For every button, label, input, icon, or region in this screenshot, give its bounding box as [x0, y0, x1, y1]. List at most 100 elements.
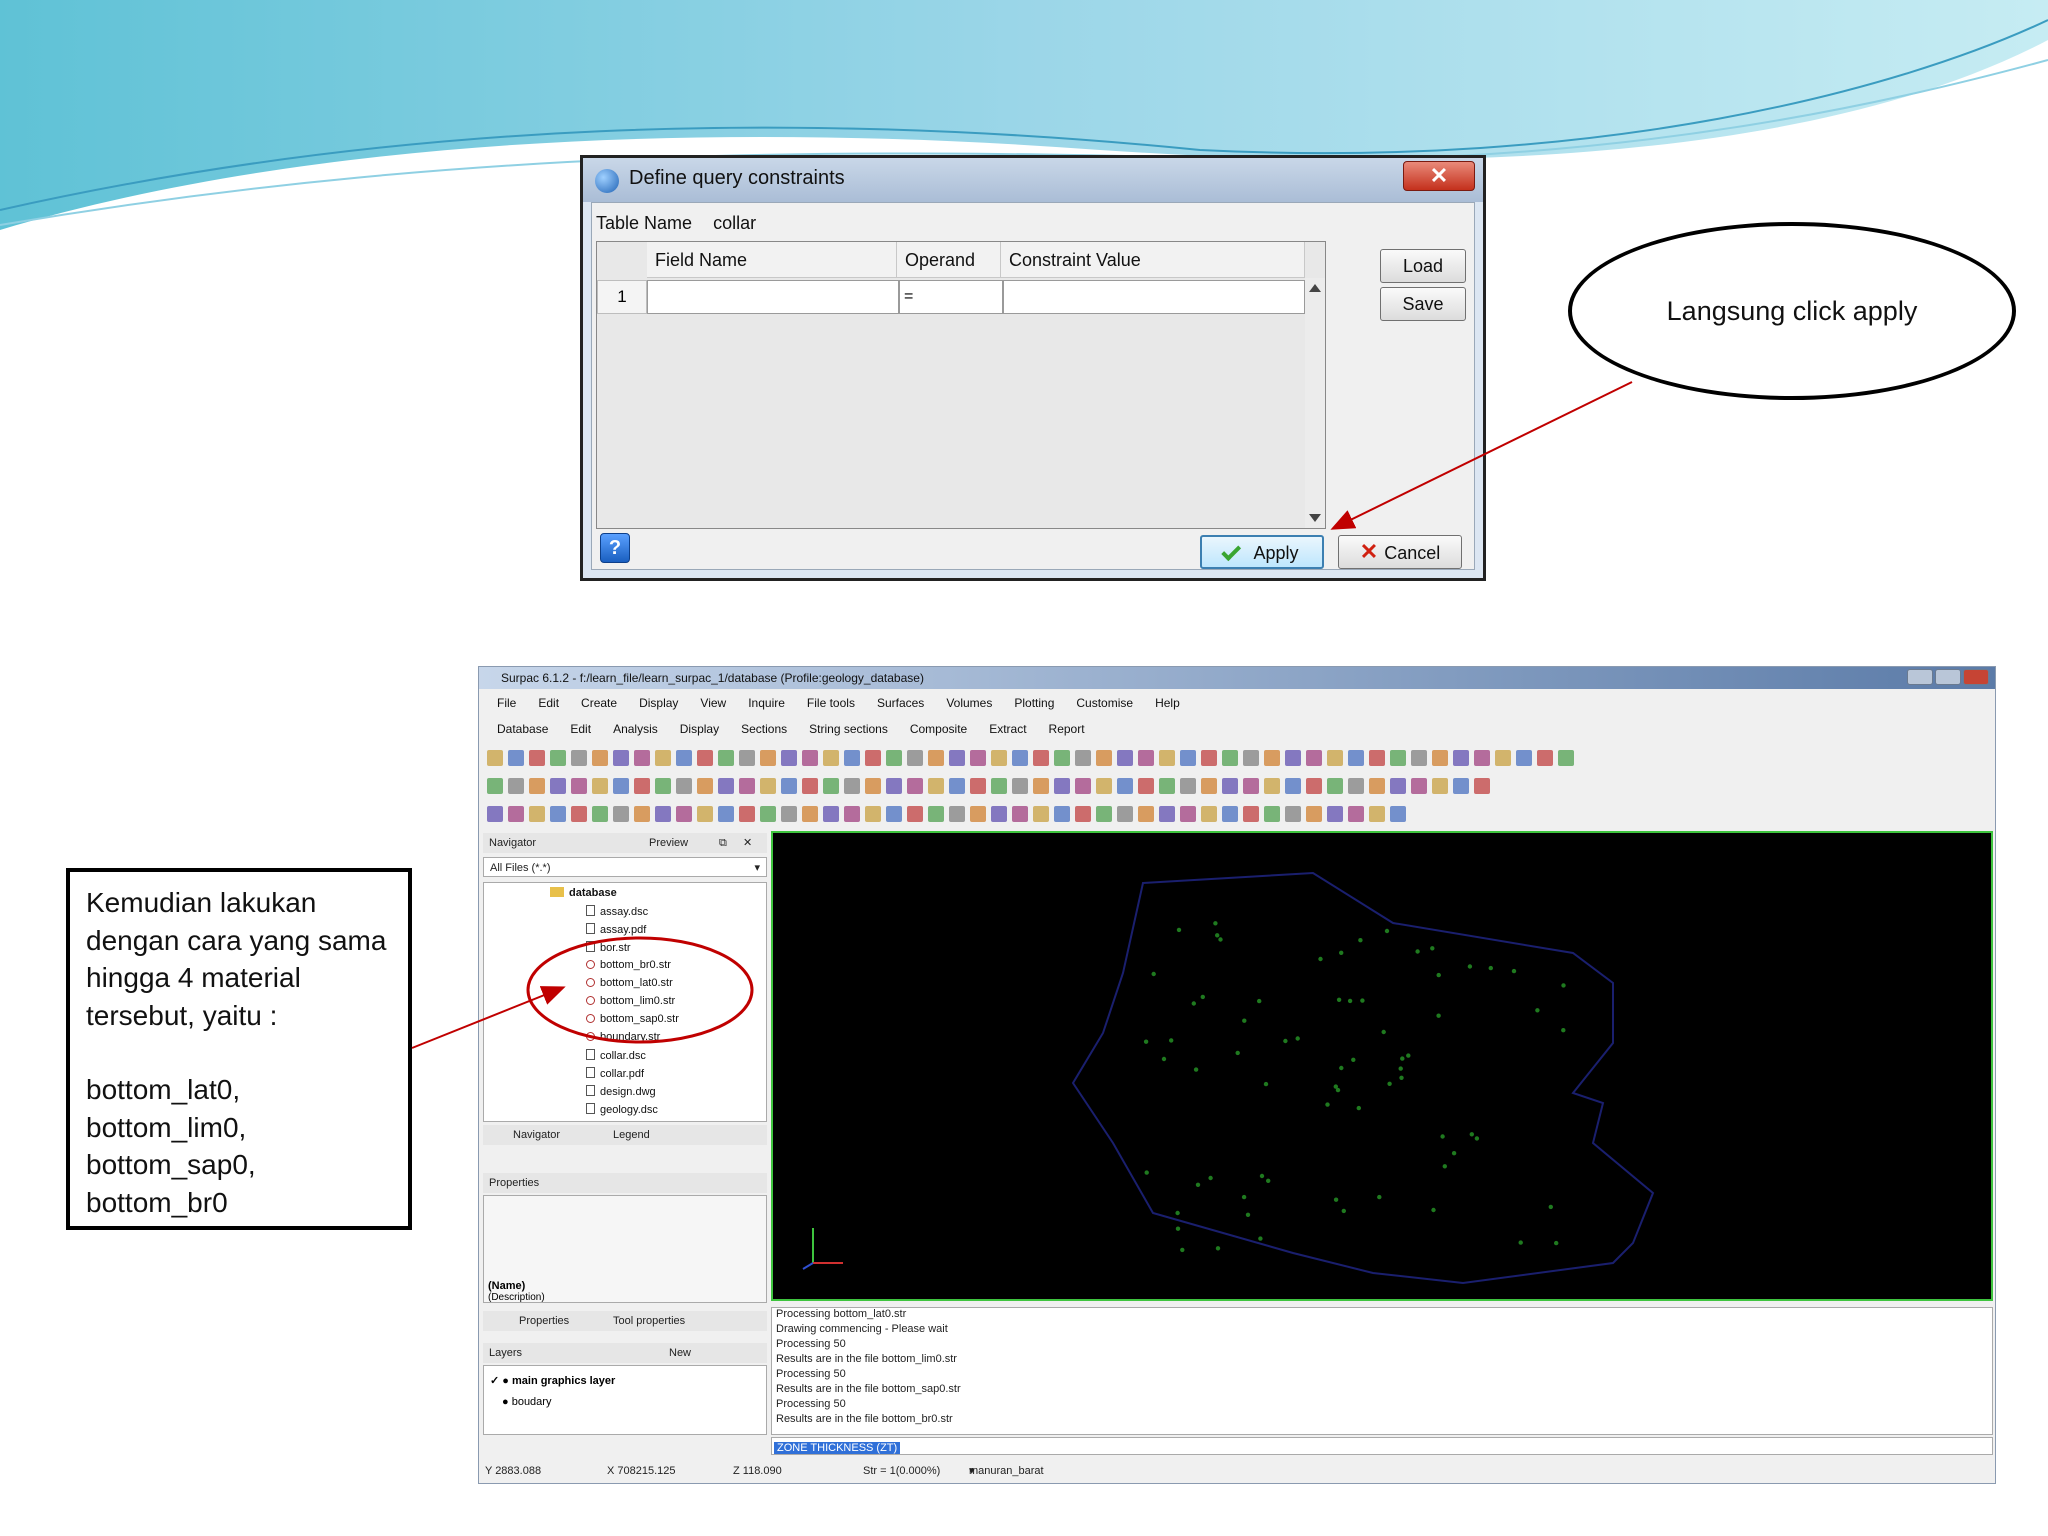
toolbar-tool-icon[interactable] — [613, 778, 629, 794]
toolbar-tool-icon[interactable] — [1369, 750, 1385, 766]
constraint-value-cell[interactable] — [1003, 280, 1305, 314]
toolbar-tool-icon[interactable] — [823, 750, 839, 766]
tab-properties[interactable]: Properties — [519, 1311, 569, 1331]
toolbar-tool-icon[interactable] — [1495, 750, 1511, 766]
tree-item[interactable]: geology.pdf — [586, 1121, 656, 1122]
toolbar-tool-icon[interactable] — [1285, 806, 1301, 822]
window-close-icon[interactable] — [1963, 669, 1989, 685]
toolbar-tool-icon[interactable] — [1075, 806, 1091, 822]
toolbar-tool-icon[interactable] — [1054, 750, 1070, 766]
toolbar-tool-icon[interactable] — [1348, 806, 1364, 822]
toolbar-tool-icon[interactable] — [760, 750, 776, 766]
tree-item[interactable]: design.dwg — [586, 1085, 656, 1098]
help-icon[interactable]: ? — [600, 533, 630, 563]
toolbar-tool-icon[interactable] — [655, 806, 671, 822]
toolbar-tool-icon[interactable] — [529, 778, 545, 794]
toolbar-tool-icon[interactable] — [1075, 778, 1091, 794]
toolbar-tool-icon[interactable] — [907, 750, 923, 766]
toolbar-tool-icon[interactable] — [655, 750, 671, 766]
toolbar-tool-icon[interactable] — [1138, 778, 1154, 794]
toolbar-tool-icon[interactable] — [928, 778, 944, 794]
toolbar-tool-icon[interactable] — [508, 806, 524, 822]
layer-item[interactable]: ✓ ● main graphics layer — [490, 1374, 615, 1387]
toolbar-tool-icon[interactable] — [1054, 806, 1070, 822]
toolbar-tool-icon[interactable] — [508, 750, 524, 766]
panel-float-icon[interactable]: ⧉ — [719, 833, 727, 853]
toolbar-tool-icon[interactable] — [802, 750, 818, 766]
menu-report[interactable]: Report — [1049, 717, 1085, 741]
toolbar-tool-icon[interactable] — [1558, 750, 1574, 766]
toolbar-tool-icon[interactable] — [1264, 750, 1280, 766]
toolbar-tool-icon[interactable] — [1285, 750, 1301, 766]
grid-scrollbar[interactable] — [1305, 278, 1325, 528]
menu-display[interactable]: Display — [639, 691, 678, 715]
toolbar-tool-icon[interactable] — [1033, 806, 1049, 822]
toolbar-tool-icon[interactable] — [970, 806, 986, 822]
toolbar-tool-icon[interactable] — [1537, 750, 1553, 766]
toolbar-tool-icon[interactable] — [802, 778, 818, 794]
menu-db-display[interactable]: Display — [680, 717, 719, 741]
toolbar-tool-icon[interactable] — [865, 806, 881, 822]
apply-button[interactable]: Apply — [1200, 535, 1324, 569]
column-header-operand[interactable]: Operand — [897, 242, 1001, 278]
toolbar-tool-icon[interactable] — [1285, 778, 1301, 794]
tree-item[interactable]: bottom_lim0.str — [586, 995, 675, 1007]
toolbar-tool-icon[interactable] — [1117, 806, 1133, 822]
column-header-constraint-value[interactable]: Constraint Value — [1001, 242, 1305, 278]
menu-surfaces[interactable]: Surfaces — [877, 691, 924, 715]
layer-item[interactable]: ● boudary — [502, 1396, 551, 1408]
toolbar-tool-icon[interactable] — [991, 806, 1007, 822]
toolbar-tool-icon[interactable] — [1201, 806, 1217, 822]
menu-view[interactable]: View — [700, 691, 726, 715]
tab-tool-properties[interactable]: Tool properties — [613, 1311, 685, 1331]
tree-item[interactable]: collar.dsc — [586, 1049, 646, 1062]
toolbar-tool-icon[interactable] — [676, 778, 692, 794]
toolbar-tool-icon[interactable] — [550, 750, 566, 766]
toolbar-tool-icon[interactable] — [1453, 778, 1469, 794]
toolbar-tool-icon[interactable] — [697, 806, 713, 822]
toolbar-tool-icon[interactable] — [802, 806, 818, 822]
save-button[interactable]: Save — [1380, 287, 1466, 321]
toolbar-tool-icon[interactable] — [865, 750, 881, 766]
menu-db-edit[interactable]: Edit — [570, 717, 591, 741]
toolbar-tool-icon[interactable] — [1159, 778, 1175, 794]
toolbar-tool-icon[interactable] — [1201, 778, 1217, 794]
toolbar-tool-icon[interactable] — [1033, 778, 1049, 794]
toolbar-tool-icon[interactable] — [823, 806, 839, 822]
menu-volumes[interactable]: Volumes — [946, 691, 992, 715]
toolbar-tool-icon[interactable] — [1327, 806, 1343, 822]
toolbar-tool-icon[interactable] — [1222, 778, 1238, 794]
tab-navigator[interactable]: Navigator — [513, 1125, 560, 1145]
toolbar-tool-icon[interactable] — [907, 806, 923, 822]
toolbar-tool-icon[interactable] — [928, 806, 944, 822]
toolbar-tool-icon[interactable] — [844, 750, 860, 766]
toolbar-tool-icon[interactable] — [1411, 778, 1427, 794]
toolbar-tool-icon[interactable] — [1369, 778, 1385, 794]
toolbar-tool-icon[interactable] — [1516, 750, 1532, 766]
menu-help[interactable]: Help — [1155, 691, 1180, 715]
tree-item[interactable]: bottom_lat0.str — [586, 977, 673, 989]
toolbar-tool-icon[interactable] — [1348, 778, 1364, 794]
menu-composite[interactable]: Composite — [910, 717, 967, 741]
graphics-viewport[interactable] — [771, 831, 1993, 1301]
toolbar-tool-icon[interactable] — [1096, 778, 1112, 794]
toolbar-tool-icon[interactable] — [1012, 778, 1028, 794]
menu-customise[interactable]: Customise — [1076, 691, 1133, 715]
toolbar-tool-icon[interactable] — [634, 750, 650, 766]
toolbar-tool-icon[interactable] — [1138, 806, 1154, 822]
scroll-up-icon[interactable] — [1309, 284, 1321, 292]
tree-item[interactable]: geology.dsc — [586, 1103, 658, 1116]
toolbar-tool-icon[interactable] — [1054, 778, 1070, 794]
surpac-title-bar[interactable]: Surpac 6.1.2 - f:/learn_file/learn_surpa… — [479, 667, 1995, 689]
toolbar-tool-icon[interactable] — [886, 750, 902, 766]
toolbar-tool-icon[interactable] — [718, 750, 734, 766]
status-layer-select[interactable]: manuran_barat ▾ — [969, 1459, 1044, 1483]
toolbar-tool-icon[interactable] — [1432, 778, 1448, 794]
toolbar-tool-icon[interactable] — [991, 750, 1007, 766]
menu-analysis[interactable]: Analysis — [613, 717, 658, 741]
tree-item[interactable]: bottom_br0.str — [586, 959, 671, 971]
menu-extract[interactable]: Extract — [989, 717, 1026, 741]
toolbar-tool-icon[interactable] — [1138, 750, 1154, 766]
menu-inquire[interactable]: Inquire — [748, 691, 785, 715]
toolbar-tool-icon[interactable] — [1222, 750, 1238, 766]
